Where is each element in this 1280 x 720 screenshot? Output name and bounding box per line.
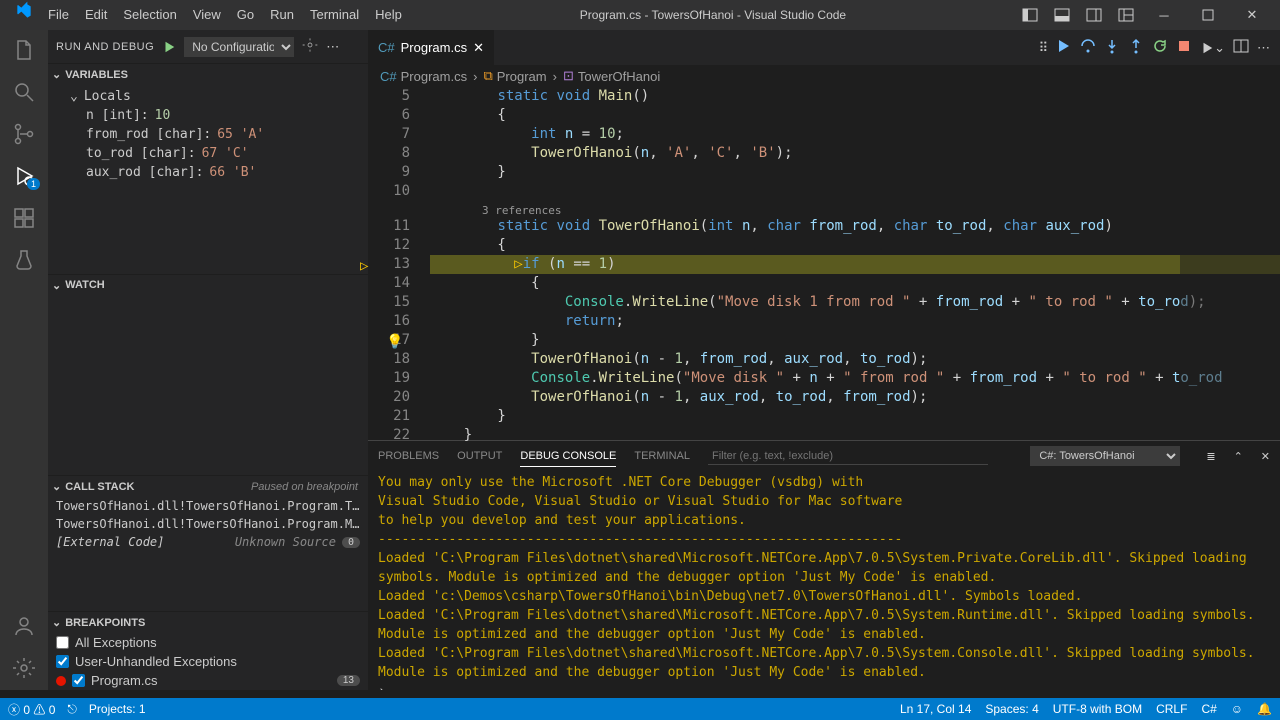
- panel-tab-output[interactable]: OUTPUT: [457, 446, 502, 466]
- vscode-logo-icon: [8, 0, 40, 30]
- start-debug-button[interactable]: [162, 40, 176, 54]
- bp-checkbox[interactable]: [56, 636, 69, 649]
- stop-icon[interactable]: [1176, 38, 1192, 57]
- variable-row[interactable]: aux_rod [char]: 66 'B': [48, 163, 368, 182]
- stack-frame[interactable]: TowersOfHanoi.dll!TowersOfHanoi.Program.…: [48, 497, 368, 515]
- customize-layout-icon[interactable]: [1112, 1, 1140, 29]
- status-broadcast-icon[interactable]: ⎋: [67, 702, 77, 717]
- bp-checkbox[interactable]: [72, 674, 85, 687]
- panel-tab-problems[interactable]: PROBLEMS: [378, 446, 439, 466]
- codelens[interactable]: 3 references: [430, 201, 1280, 217]
- console-filter-input[interactable]: [708, 448, 988, 465]
- clear-console-icon[interactable]: ≣: [1206, 450, 1215, 463]
- accounts-icon[interactable]: [12, 614, 36, 638]
- window-title: Program.cs - TowersOfHanoi - Visual Stud…: [410, 8, 1016, 22]
- breakpoints-section[interactable]: ⌄BREAKPOINTS: [48, 611, 368, 633]
- panel-tab-debug-console[interactable]: DEBUG CONSOLE: [520, 446, 616, 467]
- sidebar-title: RUN AND DEBUG: [56, 41, 154, 53]
- locals-node[interactable]: ⌄Locals: [48, 87, 368, 106]
- status-projects[interactable]: Projects: 1: [89, 702, 146, 716]
- layout-panel-icon[interactable]: [1048, 1, 1076, 29]
- window-close-icon[interactable]: ✕: [1232, 0, 1272, 30]
- source-control-icon[interactable]: [12, 122, 36, 146]
- status-encoding[interactable]: UTF-8 with BOM: [1053, 702, 1142, 716]
- editor-tabs: C# Program.cs ✕ ⠿ ⌄ ⋯: [368, 30, 1280, 65]
- bp-line-badge: 13: [337, 675, 360, 686]
- code-editor[interactable]: 5678910 1112 13▷ 141516 17💡 1819202122 s…: [368, 87, 1280, 440]
- feedback-icon[interactable]: ☺: [1231, 702, 1243, 716]
- layout-sidebar-left-icon[interactable]: [1016, 1, 1044, 29]
- line-gutter: 5678910 1112 13▷ 141516 17💡 1819202122: [368, 87, 430, 440]
- menu-terminal[interactable]: Terminal: [302, 0, 367, 30]
- panel-maximize-icon[interactable]: ⌃: [1234, 450, 1243, 463]
- breadcrumb[interactable]: C# Program.cs › ⧉ Program › ⊡ TowerOfHan…: [368, 65, 1280, 87]
- close-tab-icon[interactable]: ✕: [473, 40, 484, 56]
- breakpoint-row[interactable]: User-Unhandled Exceptions: [48, 652, 368, 671]
- debug-sidebar: RUN AND DEBUG No Configuration ⋯ ⌄VARIAB…: [48, 30, 368, 690]
- status-bar: ⓧ 0 ⚠ 0 ⎋ Projects: 1 Ln 17, Col 14 Spac…: [0, 698, 1280, 720]
- notifications-icon[interactable]: 🔔: [1257, 702, 1272, 716]
- menu-file[interactable]: File: [40, 0, 77, 30]
- debug-console-output[interactable]: You may only use the Microsoft .NET Core…: [368, 471, 1280, 690]
- grip-icon[interactable]: ⠿: [1039, 40, 1049, 56]
- step-into-icon[interactable]: [1104, 38, 1120, 57]
- breakpoint-dot-icon: [56, 676, 66, 686]
- run-dropdown-icon[interactable]: ⌄: [1200, 40, 1225, 56]
- step-over-icon[interactable]: [1080, 38, 1096, 57]
- editor-tab[interactable]: C# Program.cs ✕: [368, 30, 495, 65]
- minimap[interactable]: [1180, 87, 1280, 440]
- launch-select[interactable]: C#: TowersOfHanoi: [1030, 446, 1180, 466]
- menu-go[interactable]: Go: [229, 0, 262, 30]
- title-bar: File Edit Selection View Go Run Terminal…: [0, 0, 1280, 30]
- pause-status: Paused on breakpoint: [251, 481, 364, 493]
- breakpoint-row[interactable]: Program.cs13: [48, 671, 368, 690]
- status-errors[interactable]: ⓧ 0 ⚠ 0: [8, 701, 55, 718]
- variables-section[interactable]: ⌄VARIABLES: [48, 63, 368, 85]
- variable-row[interactable]: from_rod [char]: 65 'A': [48, 125, 368, 144]
- window-maximize-icon[interactable]: [1188, 0, 1228, 30]
- panel-tab-terminal[interactable]: TERMINAL: [634, 446, 690, 466]
- menu-edit[interactable]: Edit: [77, 0, 115, 30]
- csharp-file-icon: C#: [378, 40, 395, 55]
- breakpoint-row[interactable]: All Exceptions: [48, 633, 368, 652]
- more-icon[interactable]: ⋯: [326, 39, 339, 55]
- activity-bar: 1: [0, 30, 48, 690]
- menu-view[interactable]: View: [185, 0, 229, 30]
- layout-sidebar-right-icon[interactable]: [1080, 1, 1108, 29]
- debug-config-select[interactable]: No Configuration: [184, 37, 294, 57]
- split-editor-icon[interactable]: [1233, 38, 1249, 57]
- panel-close-icon[interactable]: ✕: [1261, 450, 1270, 463]
- more-actions-icon[interactable]: ⋯: [1257, 40, 1270, 56]
- continue-icon[interactable]: [1056, 38, 1072, 57]
- extensions-icon[interactable]: [12, 206, 36, 230]
- step-out-icon[interactable]: [1128, 38, 1144, 57]
- tab-label: Program.cs: [401, 40, 467, 55]
- status-cursor[interactable]: Ln 17, Col 14: [900, 702, 971, 716]
- menu-help[interactable]: Help: [367, 0, 410, 30]
- menu-run[interactable]: Run: [262, 0, 302, 30]
- restart-icon[interactable]: [1152, 38, 1168, 57]
- watch-section[interactable]: ⌄WATCH: [48, 274, 368, 296]
- status-spaces[interactable]: Spaces: 4: [985, 702, 1038, 716]
- search-icon[interactable]: [12, 80, 36, 104]
- callstack-section[interactable]: ⌄CALL STACKPaused on breakpoint: [48, 475, 368, 497]
- window-minimize-icon[interactable]: ─: [1144, 0, 1184, 30]
- console-prompt-icon[interactable]: ›: [378, 682, 1270, 690]
- variable-row[interactable]: n [int]: 10: [48, 106, 368, 125]
- stack-frame-external[interactable]: [External Code]Unknown Source0: [48, 533, 368, 551]
- bottom-panel: PROBLEMS OUTPUT DEBUG CONSOLE TERMINAL C…: [368, 440, 1280, 690]
- explorer-icon[interactable]: [12, 38, 36, 62]
- debug-settings-icon[interactable]: [302, 37, 318, 56]
- testing-icon[interactable]: [12, 248, 36, 272]
- menu-selection[interactable]: Selection: [115, 0, 184, 30]
- run-debug-icon[interactable]: 1: [12, 164, 36, 188]
- status-eol[interactable]: CRLF: [1156, 702, 1187, 716]
- settings-icon[interactable]: [12, 656, 36, 680]
- variable-row[interactable]: to_rod [char]: 67 'C': [48, 144, 368, 163]
- bp-checkbox[interactable]: [56, 655, 69, 668]
- stack-frame[interactable]: TowersOfHanoi.dll!TowersOfHanoi.Program.…: [48, 515, 368, 533]
- status-lang[interactable]: C#: [1201, 702, 1216, 716]
